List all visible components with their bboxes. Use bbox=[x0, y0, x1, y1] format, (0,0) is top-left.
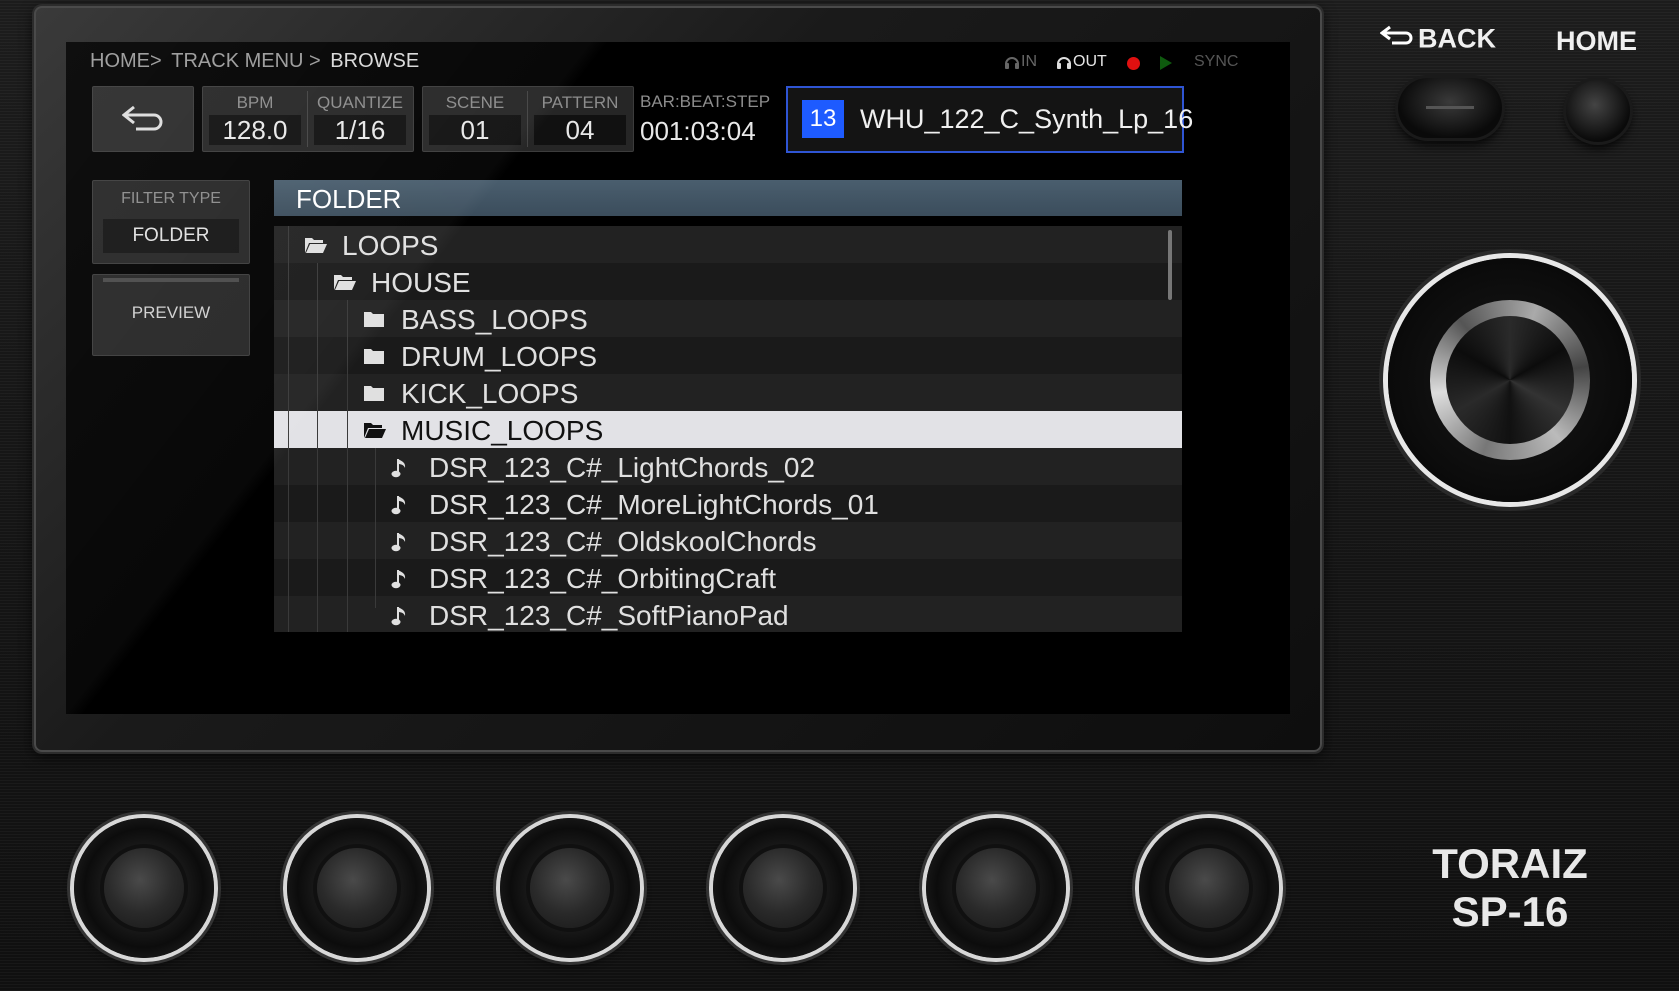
folder-icon bbox=[363, 383, 385, 408]
folder-row[interactable]: MUSIC_LOOPS bbox=[274, 411, 1182, 448]
out-label: OUT bbox=[1073, 53, 1107, 71]
scene-pattern-group: SCENE 01 PATTERN 04 bbox=[422, 86, 634, 152]
parameter-knob-3[interactable] bbox=[500, 818, 640, 958]
pattern-value[interactable]: 04 bbox=[534, 115, 626, 145]
browser-header-title: FOLDER bbox=[296, 184, 401, 215]
folder-open-icon bbox=[363, 420, 387, 445]
back-hw-text: BACK bbox=[1418, 23, 1496, 53]
folder-row[interactable]: LOOPS bbox=[274, 226, 1182, 263]
headphone-out-icon bbox=[1056, 55, 1072, 74]
breadcrumb-home[interactable]: HOME> bbox=[90, 50, 162, 72]
position-value: 001:03:04 bbox=[640, 116, 756, 147]
folder-icon bbox=[363, 346, 385, 371]
file-row[interactable]: DSR_123_C#_MoreLightChords_01 bbox=[274, 485, 1182, 522]
folder-open-icon bbox=[333, 272, 357, 297]
home-hw-label: HOME bbox=[1556, 26, 1637, 57]
scrollbar[interactable] bbox=[1168, 230, 1172, 300]
preview-indicator bbox=[103, 278, 239, 282]
back-hw-arrow-icon bbox=[1380, 23, 1414, 54]
browser-item-label: DSR_123_C#_LightChords_02 bbox=[429, 452, 815, 484]
jog-dial-cap bbox=[1446, 316, 1574, 444]
file-row[interactable]: DSR_123_C#_OrbitingCraft bbox=[274, 559, 1182, 596]
browser-item-label: DSR_123_C#_MoreLightChords_01 bbox=[429, 489, 879, 521]
tree-guide bbox=[288, 226, 289, 632]
tree-guide bbox=[347, 300, 348, 632]
pad-number-badge: 13 bbox=[802, 100, 844, 138]
back-button[interactable] bbox=[92, 86, 194, 152]
home-hw-button[interactable] bbox=[1566, 80, 1630, 142]
music-note-icon bbox=[391, 494, 409, 521]
breadcrumb-track-menu[interactable]: TRACK MENU > bbox=[171, 50, 320, 72]
parameter-knob-5[interactable] bbox=[926, 818, 1066, 958]
music-note-icon bbox=[391, 568, 409, 595]
folder-row[interactable]: HOUSE bbox=[274, 263, 1182, 300]
quantize-value[interactable]: 1/16 bbox=[314, 115, 406, 145]
filter-type-label: FILTER TYPE bbox=[93, 190, 249, 208]
filter-type-value[interactable]: FOLDER bbox=[103, 219, 239, 253]
folder-row[interactable]: DRUM_LOOPS bbox=[274, 337, 1182, 374]
folder-icon bbox=[363, 309, 385, 334]
tempo-group: BPM 128.0 QUANTIZE 1/16 bbox=[202, 86, 414, 152]
parameter-knob-1[interactable] bbox=[74, 818, 214, 958]
pattern-label: PATTERN bbox=[528, 93, 632, 113]
scene-label: SCENE bbox=[423, 93, 527, 113]
browser-list: LOOPS HOUSE BASS_LOOPS DRUM_LOOPS KICK_LOOPS… bbox=[274, 226, 1182, 632]
button-groove bbox=[1426, 106, 1474, 109]
back-hw-button[interactable] bbox=[1398, 78, 1502, 138]
music-note-icon bbox=[391, 531, 409, 558]
tree-guide bbox=[375, 448, 376, 608]
browser-item-label: DSR_123_C#_SoftPianoPad bbox=[429, 600, 789, 632]
selected-sample-box[interactable]: 13 WHU_122_C_Synth_Lp_16 bbox=[786, 86, 1184, 153]
filter-type-panel: FILTER TYPE FOLDER bbox=[92, 180, 250, 264]
parameter-knob-6[interactable] bbox=[1139, 818, 1279, 958]
browser-item-label: DSR_123_C#_OldskoolChords bbox=[429, 526, 817, 558]
brand-line-1: TORAIZ bbox=[1400, 840, 1620, 888]
display-screen: HOME> TRACK MENU > BROWSE IN OUT SYNC BP… bbox=[66, 42, 1290, 714]
music-note-icon bbox=[391, 457, 409, 484]
file-row[interactable]: DSR_123_C#_LightChords_02 bbox=[274, 448, 1182, 485]
file-row[interactable]: DSR_123_C#_OldskoolChords bbox=[274, 522, 1182, 559]
headphone-in-icon bbox=[1004, 55, 1020, 74]
in-label: IN bbox=[1021, 53, 1037, 71]
folder-row[interactable]: BASS_LOOPS bbox=[274, 300, 1182, 337]
brand-line-2: SP-16 bbox=[1400, 888, 1620, 936]
browser-item-label: LOOPS bbox=[342, 230, 438, 262]
quantize-label: QUANTIZE bbox=[308, 93, 412, 113]
record-indicator-icon bbox=[1127, 57, 1140, 70]
brand-logo: TORAIZ SP-16 bbox=[1400, 840, 1620, 936]
bpm-value[interactable]: 128.0 bbox=[209, 115, 301, 145]
back-hw-label: BACK bbox=[1380, 22, 1496, 54]
browser-item-label: HOUSE bbox=[371, 267, 471, 299]
browser-header: FOLDER bbox=[274, 180, 1182, 216]
file-row[interactable]: DSR_123_C#_SoftPianoPad bbox=[274, 596, 1182, 632]
parameter-knob-4[interactable] bbox=[713, 818, 853, 958]
tree-guide bbox=[317, 263, 318, 632]
status-indicators: IN OUT SYNC bbox=[1004, 52, 1274, 72]
music-note-icon bbox=[391, 605, 409, 632]
browser-item-label: MUSIC_LOOPS bbox=[401, 415, 603, 447]
back-arrow-icon bbox=[122, 105, 164, 138]
sample-name: WHU_122_C_Synth_Lp_16 bbox=[860, 104, 1193, 135]
folder-row[interactable]: KICK_LOOPS bbox=[274, 374, 1182, 411]
jog-dial[interactable] bbox=[1388, 258, 1632, 502]
browser-item-label: DRUM_LOOPS bbox=[401, 341, 597, 373]
breadcrumb-current: BROWSE bbox=[330, 50, 419, 72]
play-indicator-icon bbox=[1160, 56, 1172, 75]
browser-item-label: BASS_LOOPS bbox=[401, 304, 588, 336]
breadcrumb: HOME> TRACK MENU > BROWSE bbox=[90, 50, 419, 73]
sync-label: SYNC bbox=[1194, 53, 1238, 71]
preview-button[interactable]: PREVIEW bbox=[92, 274, 250, 356]
browser-item-label: KICK_LOOPS bbox=[401, 378, 578, 410]
preview-label: PREVIEW bbox=[93, 303, 249, 323]
folder-open-icon bbox=[304, 235, 328, 260]
browser-item-label: DSR_123_C#_OrbitingCraft bbox=[429, 563, 776, 595]
position-label: BAR:BEAT:STEP bbox=[640, 92, 780, 112]
parameter-knob-2[interactable] bbox=[287, 818, 427, 958]
bpm-label: BPM bbox=[203, 93, 307, 113]
scene-value[interactable]: 01 bbox=[429, 115, 521, 145]
